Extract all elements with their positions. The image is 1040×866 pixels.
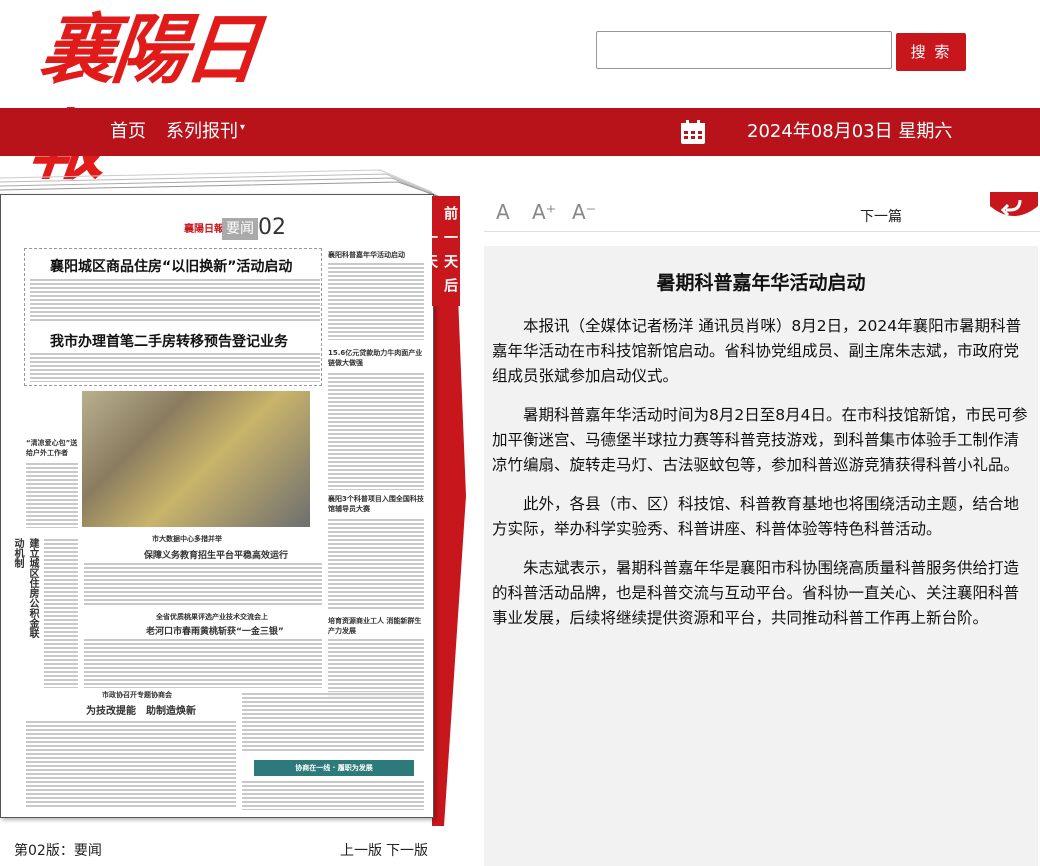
np-text-block: [26, 720, 236, 808]
prev-page-link[interactable]: 上一版: [340, 836, 382, 866]
np-text-block: [26, 462, 78, 528]
np-text-block: [84, 638, 322, 688]
np-banner: 协商在一线 · 履职为发展: [254, 760, 414, 776]
next-page-link[interactable]: 下一版: [386, 836, 428, 866]
np-sub-2: 全省优质桃果评选产业技术交流会上: [156, 613, 268, 621]
font-normal-button[interactable]: A: [496, 200, 510, 224]
np-text-block: [328, 518, 424, 610]
prev-next-day-tab[interactable]: 前一天后一天: [422, 196, 460, 306]
np-side-head-2[interactable]: 建立城区住房公积金联动机制: [12, 538, 40, 638]
np-text-block: [328, 262, 424, 340]
np-page-number: 02: [258, 215, 286, 240]
np-headline-2[interactable]: 我市办理首笔二手房转移预告登记业务: [50, 331, 288, 351]
np-col-head-4[interactable]: 培育资源商业工人 消能新群生产力发展: [328, 616, 424, 636]
article-toolbar: A A⁺ A⁻ 下一篇: [484, 196, 1040, 232]
np-text-block: [30, 352, 320, 382]
np-headline-5[interactable]: 为技改提能 助制造焕新: [86, 702, 196, 717]
return-arrow-icon[interactable]: [990, 186, 1038, 222]
np-side-head-1[interactable]: “清凉爱心包”送给户外工作者: [26, 438, 78, 458]
np-col-head-3[interactable]: 襄阳3个科普项目入围全国科技馆辅导员大赛: [328, 494, 424, 514]
np-sub-3: 市政协召开专题协商会: [102, 691, 172, 699]
page-footer: 第02版：要闻 上一版 下一版: [0, 836, 434, 866]
page-fold-decoration: [432, 296, 466, 826]
newspaper-thumbnail[interactable]: 襄陽日報 要闻 02 襄阳城区商品住房“以旧换新”活动启动 我市办理首笔二手房转…: [4, 198, 430, 814]
article-body: 本报讯（全媒体记者杨洋 通讯员肖咪）8月2日，2024年襄阳市暑期科普嘉年华活动…: [492, 314, 1028, 645]
np-text-block: [328, 638, 424, 698]
font-larger-button[interactable]: A⁺: [532, 200, 556, 224]
nav-home[interactable]: 首页: [110, 108, 146, 156]
article-paragraph: 暑期科普嘉年华活动时间为8月2日至8月4日。在市科技馆新馆，市民可参加平衡迷宫、…: [492, 406, 1028, 474]
article-panel: 暑期科普嘉年华活动启动 本报讯（全媒体记者杨洋 通讯员肖咪）8月2日，2024年…: [484, 246, 1038, 866]
np-headline-3[interactable]: 保障义务教育招生平台平稳高效运行: [144, 548, 288, 561]
np-sub-1: 市大数据中心多措并举: [152, 535, 222, 543]
np-text-block: [242, 780, 424, 810]
np-text-block: [84, 562, 322, 606]
navbar: 首页 系列报刊 ▾ 2024年08月03日 星期六: [0, 108, 1040, 156]
np-section: 要闻: [222, 218, 258, 240]
np-headline-4[interactable]: 老河口市春雨黄桃斩获“一金三银”: [146, 624, 284, 637]
search-input[interactable]: [596, 31, 892, 69]
np-text-block: [328, 372, 424, 490]
article-paragraph: 此外，各县（市、区）科技馆、科普教育基地也将围绕活动主题，结合地方实际，举办科学…: [492, 495, 1020, 538]
article-paragraph: 朱志斌表示，暑期科普嘉年华是襄阳市科协围绕高质量科普服务供给打造的科普活动品牌，…: [492, 559, 1020, 627]
next-article-link[interactable]: 下一篇: [860, 206, 902, 226]
caret-down-icon: ▾: [240, 122, 246, 133]
np-text-block: [30, 278, 320, 322]
page-label: 第02版：要闻: [14, 843, 102, 859]
calendar-icon[interactable]: [680, 119, 706, 145]
np-photo[interactable]: [82, 391, 310, 527]
nav-series-label: 系列报刊: [166, 121, 238, 142]
article-paragraph: 本报讯（全媒体记者杨洋 通讯员肖咪）8月2日，2024年襄阳市暑期科普嘉年华活动…: [492, 317, 1022, 385]
np-masthead: 襄陽日報: [184, 224, 224, 235]
header: 襄陽日報 搜 索: [0, 0, 1040, 190]
np-headline-1[interactable]: 襄阳城区商品住房“以旧换新”活动启动: [50, 256, 292, 276]
article-title: 暑期科普嘉年华活动启动: [656, 272, 866, 294]
current-date: 2024年08月03日 星期六: [747, 121, 953, 142]
font-smaller-button[interactable]: A⁻: [572, 200, 596, 224]
search-button[interactable]: 搜 索: [896, 33, 966, 71]
np-col-head-1[interactable]: 襄阳科普嘉年华活动启动: [328, 250, 405, 260]
np-text-block: [242, 692, 424, 752]
np-col-head-2[interactable]: 15.6亿元贷款助力牛肉面产业链做大做强: [328, 348, 424, 368]
nav-series-dropdown[interactable]: 系列报刊 ▾: [166, 108, 245, 156]
logo[interactable]: 襄陽日報: [25, 2, 306, 190]
np-text-block: [44, 538, 78, 688]
